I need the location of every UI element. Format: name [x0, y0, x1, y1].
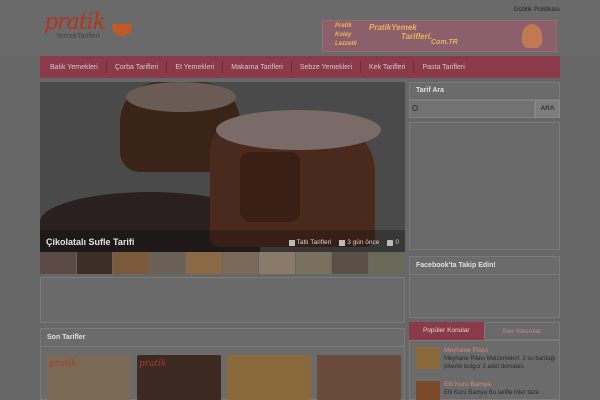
recipe-thumbnail [416, 381, 440, 400]
nav-divider [290, 61, 292, 73]
calendar-icon [339, 239, 346, 246]
list-item[interactable]: Meyhane Pilavı Meyhane Pilavı Malzemeler… [414, 343, 557, 371]
popular-excerpt: Meyhane Pilavı Malzemeleri: 2 su bardağı… [444, 356, 556, 370]
nav-divider [222, 61, 224, 73]
banner-brand-2: Tarifleri. [401, 32, 433, 41]
meta-date: 3 gün önce [339, 239, 379, 246]
recipe-card[interactable]: pratik [47, 355, 131, 400]
banner-line: Pratik [335, 23, 352, 29]
nav-item-kek[interactable]: Kek Tarifleri [369, 64, 405, 71]
nav-divider [105, 61, 107, 73]
featured-slider[interactable]: Çikolatalı Sufle Tarifi Tatlı Tarifleri … [40, 82, 405, 252]
recipe-card[interactable] [317, 355, 401, 400]
popular-title[interactable]: Meyhane Pilavı [444, 347, 488, 354]
thumbnail[interactable] [113, 252, 150, 274]
popular-title[interactable]: Etli Kuru Bamya [444, 381, 491, 388]
search-input[interactable] [409, 100, 535, 118]
thumbnail[interactable] [149, 252, 186, 274]
logo-text: pratik [44, 10, 106, 35]
thumbnail[interactable] [40, 252, 77, 274]
meta-category[interactable]: Tatlı Tarifleri [288, 239, 332, 246]
category-label: Tatlı Tarifleri [296, 239, 332, 246]
recipe-watermark: pratik [49, 359, 77, 369]
recipe-watermark: pratik [139, 359, 167, 369]
popular-excerpt: Etli Kuru Bamya Bu tarifle inter taze [444, 390, 539, 396]
date-label: 3 gün önce [347, 239, 380, 246]
popular-list: Meyhane Pilavı Meyhane Pilavı Malzemeler… [409, 340, 560, 400]
powdered-sugar-top [216, 110, 381, 150]
meta-comments[interactable]: 0 [387, 239, 399, 246]
nav-item-makarna[interactable]: Makarna Tarifleri [231, 64, 283, 71]
nav-divider [360, 61, 362, 73]
recipe-card[interactable]: pratik [137, 355, 221, 400]
logo-subtext: YemekTarifleri [56, 33, 100, 40]
nav-item-balik[interactable]: Balık Yemekleri [50, 64, 98, 71]
tab-recent-comments[interactable]: Son Yorumlar [483, 322, 560, 340]
recent-recipes-title: Son Tarifler [41, 329, 404, 347]
thumbnail[interactable] [76, 252, 113, 274]
chef-mascot-icon [522, 24, 542, 48]
list-icon [288, 239, 295, 246]
search-panel-header: Tarif Ara [409, 82, 560, 100]
nav-item-corba[interactable]: Çorba Tarifleri [115, 64, 158, 71]
bowl-icon [112, 24, 132, 36]
search-title: Tarif Ara [416, 87, 445, 94]
search-icon [412, 105, 418, 111]
comment-count: 0 [395, 239, 399, 246]
powdered-sugar-top [126, 82, 236, 112]
search-form: ARA [409, 100, 560, 120]
souffle-cut [240, 152, 300, 222]
nav-item-et[interactable]: Et Yemekleri [175, 64, 214, 71]
nav-item-sebze[interactable]: Sebze Yemekleri [300, 64, 352, 71]
ad-space [40, 277, 405, 323]
nav-divider [413, 61, 415, 73]
tab-popular[interactable]: Popüler Konular [409, 322, 484, 340]
thumbnail[interactable] [186, 252, 223, 274]
recent-recipes-panel: Son Tarifler pratik pratik [40, 328, 405, 400]
page: pratik YemekTarifleri Gizlilik Politikas… [0, 0, 600, 400]
banner-brand: PratikYemek [369, 23, 417, 32]
slide-meta: Tatlı Tarifleri 3 gün önce 0 [288, 239, 399, 246]
thumbnail[interactable] [368, 252, 405, 274]
comment-icon [387, 239, 394, 246]
thumbnail[interactable] [222, 252, 259, 274]
main-nav: Balık Yemekleri Çorba Tarifleri Et Yemek… [40, 56, 560, 78]
sidebar-ad-space [409, 122, 560, 250]
list-item[interactable]: Etli Kuru Bamya Etli Kuru Bamya Bu tarif… [414, 377, 557, 400]
slide-title[interactable]: Çikolatalı Sufle Tarifi [46, 237, 134, 247]
banner-line: Lezzetli [335, 41, 357, 47]
search-button[interactable]: ARA [535, 100, 560, 118]
recipe-thumbnail [416, 347, 440, 369]
header-banner-ad[interactable]: Pratik Kolay Lezzetli PratikYemek Tarifl… [322, 20, 557, 52]
nav-divider [166, 61, 168, 73]
facebook-title: Facebook'ta Takip Edin! [410, 257, 559, 275]
site-logo[interactable]: pratik YemekTarifleri [42, 10, 134, 46]
thumbnail[interactable] [295, 252, 332, 274]
slider-thumbnails [40, 252, 405, 274]
sidebar-tabs: Popüler Konular Son Yorumlar [409, 322, 560, 340]
facebook-panel: Facebook'ta Takip Edin! [409, 256, 560, 318]
thumbnail[interactable] [332, 252, 369, 274]
banner-domain: Com.TR [431, 39, 458, 46]
recipe-card[interactable] [227, 355, 311, 400]
banner-line: Kolay [335, 32, 352, 38]
privacy-link[interactable]: Gizlilik Politikası [513, 6, 560, 13]
site-header: pratik YemekTarifleri Gizlilik Politikas… [0, 0, 600, 56]
thumbnail[interactable] [259, 252, 296, 274]
nav-item-pasta[interactable]: Pasta Tarifleri [422, 64, 464, 71]
